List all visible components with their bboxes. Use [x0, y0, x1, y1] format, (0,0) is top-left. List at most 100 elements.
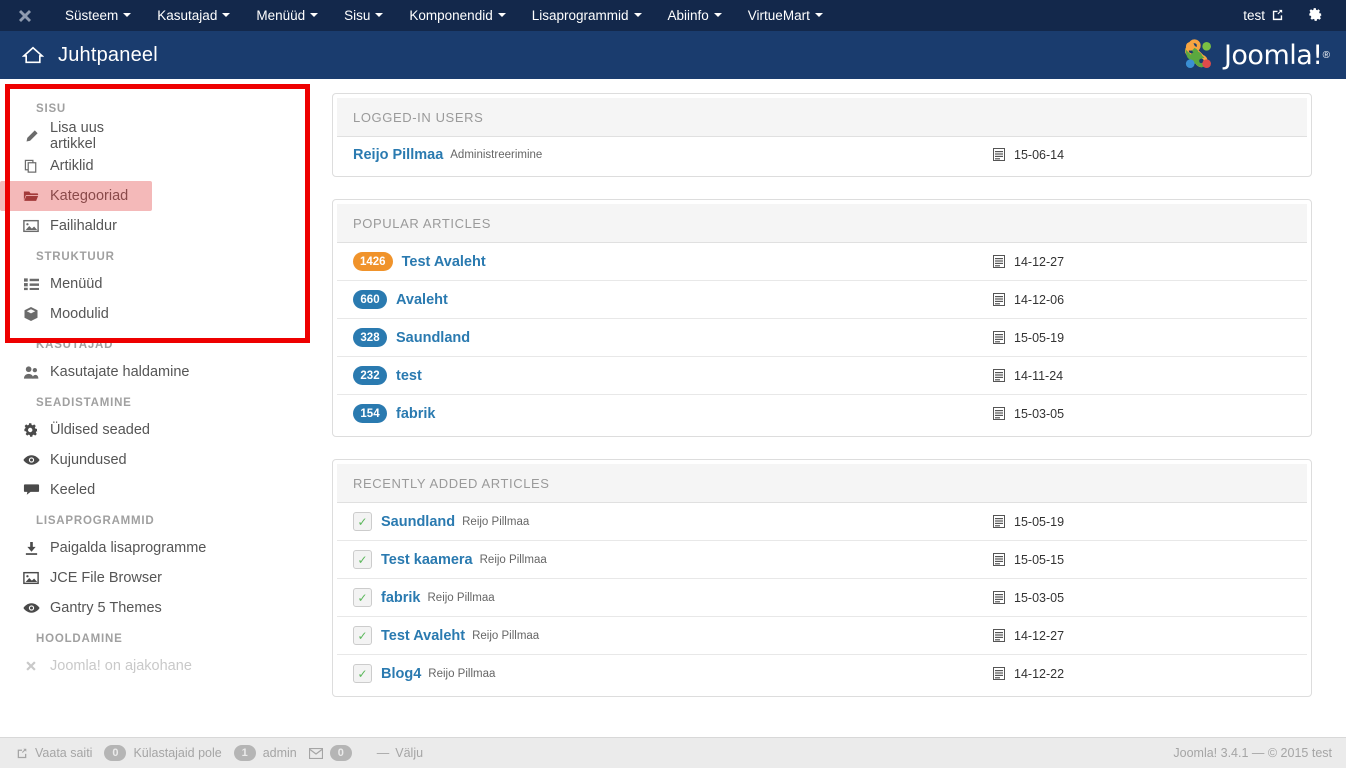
- article-link[interactable]: Saundland: [381, 514, 455, 530]
- calendar-icon: [993, 667, 1005, 680]
- home-icon[interactable]: [22, 45, 44, 65]
- article-link[interactable]: Test Avaleht: [402, 254, 486, 270]
- check-icon[interactable]: ✓: [353, 664, 372, 683]
- date-label: 15-05-19: [1014, 514, 1065, 529]
- user-group-label: Administreerimine: [450, 148, 543, 161]
- logout-link[interactable]: Välju: [395, 746, 423, 760]
- image-icon: [20, 219, 42, 233]
- sidebar-item-label: Gantry 5 Themes: [50, 600, 162, 616]
- sidebar-item-articles[interactable]: Artiklid: [0, 151, 152, 181]
- table-row: 660 Avaleht 14-12-06: [337, 280, 1307, 318]
- row-main: 660 Avaleht: [353, 290, 993, 309]
- table-row: ✓ Test kaamera Reijo Pillmaa 15-05-15: [337, 540, 1307, 578]
- joomla-mark-icon[interactable]: [14, 5, 36, 27]
- eye-icon: [20, 454, 42, 466]
- sidebar: SISU Lisa uus artikkel Artiklid Kategoor…: [0, 79, 322, 768]
- date-label: 14-11-24: [1014, 368, 1064, 383]
- menu-item-extensions[interactable]: Lisaprogrammid: [519, 0, 655, 31]
- check-icon[interactable]: ✓: [353, 550, 372, 569]
- sidebar-item-label: Lisa uus artikkel: [50, 120, 105, 152]
- panel-logged-in-users: LOGGED-IN USERS Reijo Pillmaa Administre…: [332, 93, 1312, 177]
- sidebar-item-languages[interactable]: Keeled: [0, 475, 240, 505]
- sidebar-item-global-configuration[interactable]: Üldised seaded: [0, 415, 240, 445]
- article-link[interactable]: Avaleht: [396, 292, 448, 308]
- article-link[interactable]: Blog4: [381, 666, 421, 682]
- page-subheader: Juhtpaneel Joomla! ®: [0, 31, 1346, 79]
- sidebar-item-media[interactable]: Failihaldur: [0, 211, 152, 241]
- date-label: 15-03-05: [1014, 406, 1065, 421]
- table-row: ✓ Saundland Reijo Pillmaa 15-05-19: [337, 503, 1307, 540]
- sidebar-item-label: Kategooriad: [50, 188, 129, 204]
- menu-item-label: Lisaprogrammid: [531, 8, 629, 23]
- registered-mark: ®: [1322, 49, 1330, 61]
- menu-item-label: Komponendid: [409, 8, 493, 23]
- date-label: 14-12-27: [1014, 254, 1065, 269]
- date-label: 15-06-14: [1014, 147, 1065, 162]
- table-row: ✓ Test Avaleht Reijo Pillmaa 14-12-27: [337, 616, 1307, 654]
- calendar-icon: [993, 293, 1005, 306]
- sidebar-item-templates[interactable]: Kujundused: [0, 445, 240, 475]
- joomla-logo: Joomla! ®: [1178, 36, 1330, 74]
- sidebar-group-title-extensions: LISAPROGRAMMID: [36, 515, 155, 527]
- panel-body: ✓ Saundland Reijo Pillmaa 15-05-19 ✓ Tes…: [337, 502, 1307, 692]
- sidebar-item-gantry5-themes[interactable]: Gantry 5 Themes: [0, 593, 240, 623]
- sidebar-item-label: Failihaldur: [50, 218, 117, 234]
- panel-title: POPULAR ARTICLES: [337, 204, 1307, 242]
- view-site-label: Vaata saiti: [35, 746, 93, 760]
- page-body: SISU Lisa uus artikkel Artiklid Kategoor…: [0, 79, 1346, 768]
- users-icon: [20, 365, 42, 380]
- menu-item-help[interactable]: Abiinfo: [655, 0, 735, 31]
- sidebar-item-new-article[interactable]: Lisa uus artikkel: [0, 120, 152, 152]
- menu-item-users[interactable]: Kasutajad: [144, 0, 243, 31]
- check-icon[interactable]: ✓: [353, 626, 372, 645]
- sidebar-item-modules[interactable]: Moodulid: [0, 299, 152, 329]
- admin-count-badge: 1: [233, 745, 256, 761]
- view-site-link[interactable]: Vaata saiti: [16, 746, 92, 760]
- sidebar-item-jce-file-browser[interactable]: JCE File Browser: [0, 563, 240, 593]
- article-link[interactable]: Test kaamera: [381, 552, 473, 568]
- menu-item-label: VirtueMart: [747, 8, 810, 23]
- row-date: 14-12-22: [993, 667, 1293, 681]
- sidebar-item-joomla-up-to-date[interactable]: Joomla! on ajakohane: [0, 651, 240, 681]
- panel-popular-articles: POPULAR ARTICLES 1426 Test Avaleht 14-12…: [332, 199, 1312, 437]
- chevron-down-icon: [222, 13, 231, 18]
- sidebar-item-label: Joomla! on ajakohane: [50, 658, 192, 674]
- sidebar-item-user-manager[interactable]: Kasutajate haldamine: [0, 357, 240, 387]
- menu-item-menus[interactable]: Menüüd: [243, 0, 331, 31]
- check-icon[interactable]: ✓: [353, 588, 372, 607]
- sidebar-item-menus[interactable]: Menüüd: [0, 269, 152, 299]
- user-link[interactable]: Reijo Pillmaa: [353, 147, 443, 163]
- row-date: 14-12-06: [993, 293, 1293, 307]
- visitors-count-badge: 0: [104, 745, 127, 761]
- menu-item-label: Sisu: [344, 8, 371, 23]
- row-main: ✓ Blog4 Reijo Pillmaa: [353, 664, 993, 683]
- article-link[interactable]: Test Avaleht: [381, 628, 465, 644]
- article-link[interactable]: fabrik: [381, 590, 421, 606]
- menu-item-virtuemart[interactable]: VirtueMart: [735, 0, 836, 31]
- messages-indicator[interactable]: 0: [308, 745, 359, 761]
- table-row: 232 test 14-11-24: [337, 356, 1307, 394]
- menu-item-system[interactable]: Süsteem: [52, 0, 144, 31]
- calendar-icon: [993, 255, 1005, 268]
- article-link[interactable]: fabrik: [396, 406, 436, 422]
- check-icon[interactable]: ✓: [353, 512, 372, 531]
- article-link[interactable]: test: [396, 368, 422, 384]
- admin-indicator[interactable]: 1 admin: [233, 745, 297, 761]
- article-link[interactable]: Saundland: [396, 330, 470, 346]
- sidebar-item-categories[interactable]: Kategooriad: [0, 181, 152, 211]
- hit-count-badge: 154: [353, 404, 387, 423]
- joomla-mark-icon: [1184, 39, 1211, 68]
- admin-label: admin: [262, 746, 297, 760]
- row-date: 14-12-27: [993, 629, 1293, 643]
- sidebar-group-title-users: KASUTAJAD: [36, 339, 114, 351]
- row-main: ✓ fabrik Reijo Pillmaa: [353, 588, 993, 607]
- menu-item-content[interactable]: Sisu: [331, 0, 396, 31]
- sidebar-item-install-extensions[interactable]: Paigalda lisaprogramme: [0, 533, 240, 563]
- sidebar-item-label: Üldised seaded: [50, 422, 150, 438]
- menu-item-components[interactable]: Komponendid: [396, 0, 518, 31]
- visitors-indicator[interactable]: 0 Külastajaid pole: [104, 745, 222, 761]
- image-icon: [20, 571, 42, 585]
- settings-menu-button[interactable]: [1308, 7, 1332, 25]
- row-main: 1426 Test Avaleht: [353, 252, 993, 271]
- external-link-icon[interactable]: [1271, 8, 1284, 24]
